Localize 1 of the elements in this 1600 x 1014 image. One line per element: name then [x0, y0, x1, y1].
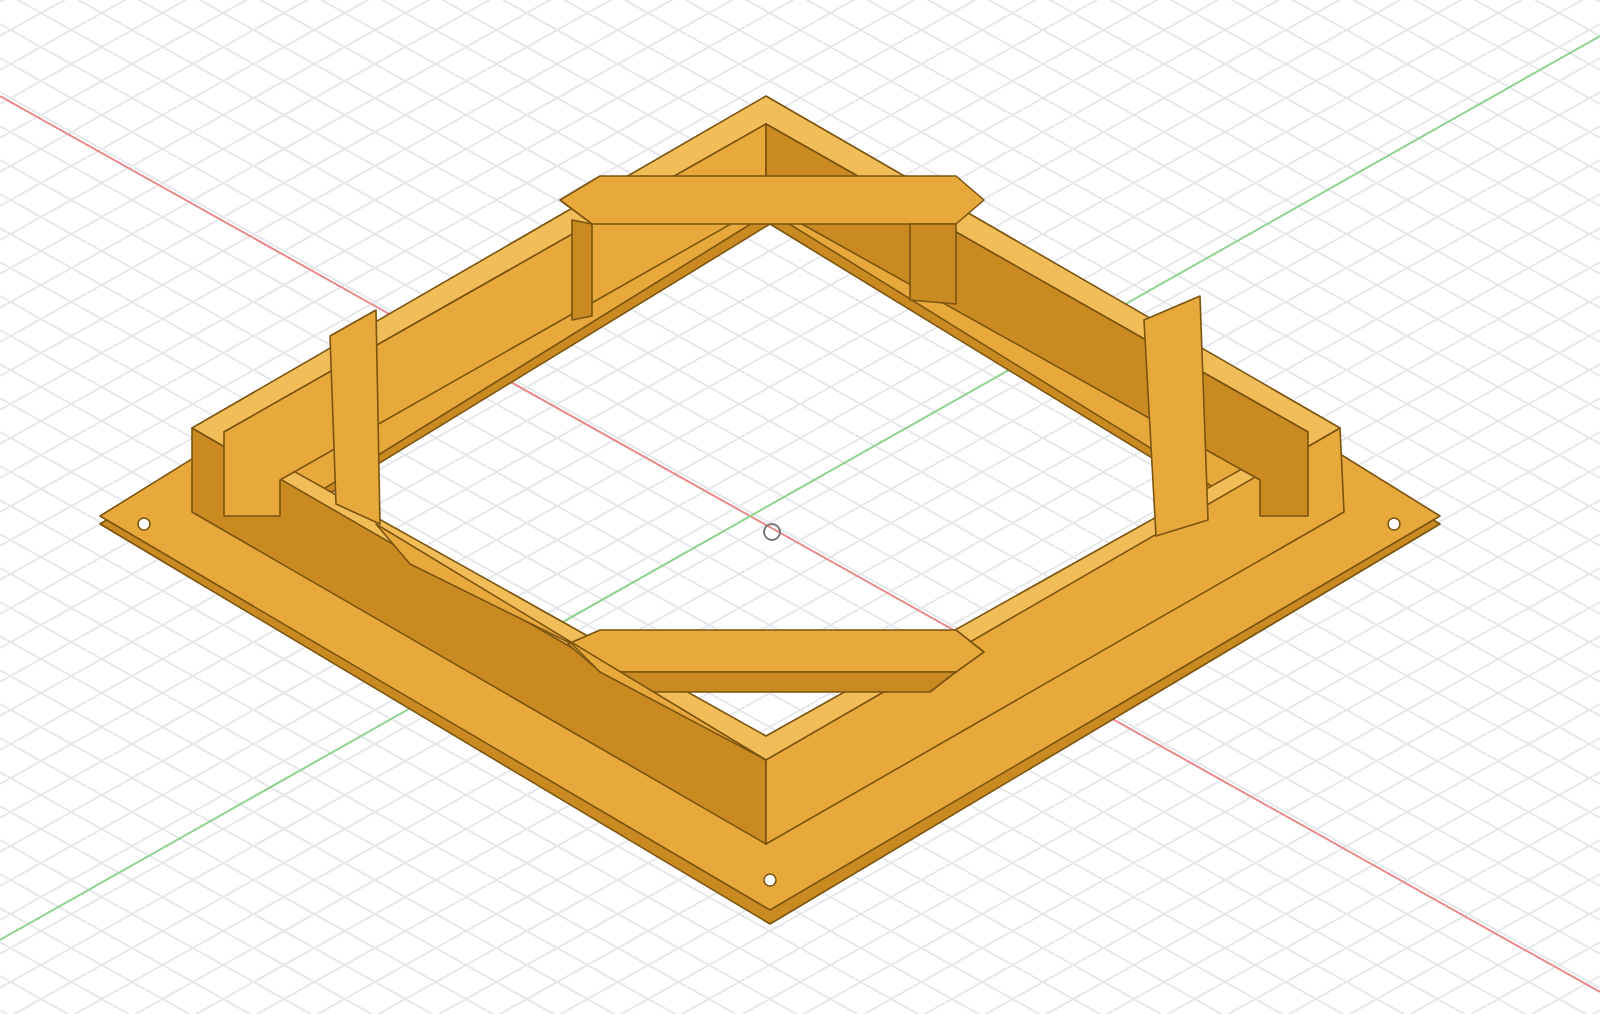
origin-icon [763, 523, 781, 541]
